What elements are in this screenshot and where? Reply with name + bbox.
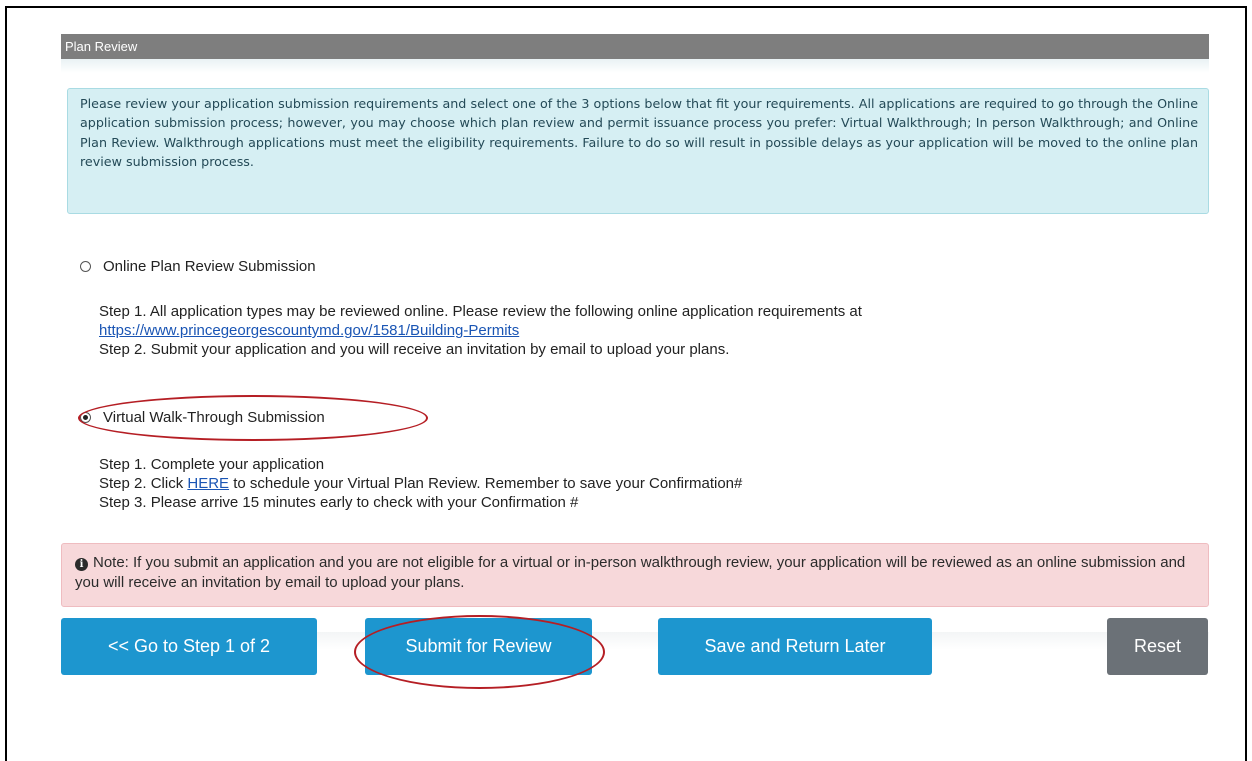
virtual-step-1: Step 1. Complete your application [99,456,325,473]
schedule-here-link[interactable]: HERE [187,475,229,492]
option-virtual-walkthrough[interactable]: Virtual Walk-Through Submission [80,409,325,426]
option-online-plan-review-label: Online Plan Review Submission [103,258,316,275]
virtual-walkthrough-steps: Step 1. Complete your application Step 2… [99,455,1199,512]
virtual-step-3: Step 3. Please arrive 15 minutes early t… [99,494,579,511]
submit-for-review-button[interactable]: Submit for Review [365,618,592,675]
save-and-return-later-button[interactable]: Save and Return Later [658,618,932,675]
online-step-2: Step 2. Submit your application and you … [99,341,730,358]
option-online-plan-review[interactable]: Online Plan Review Submission [80,258,316,275]
online-plan-review-steps: Step 1. All application types may be rev… [99,302,1199,359]
option-virtual-walkthrough-label: Virtual Walk-Through Submission [103,409,325,426]
info-circle-icon: i [75,558,88,571]
info-message: Please review your application submissio… [67,88,1209,214]
panel-title: Plan Review [61,34,1209,59]
reset-button[interactable]: Reset [1107,618,1208,675]
building-permits-link[interactable]: https://www.princegeorgescountymd.gov/15… [99,322,519,339]
note-alert: i Note: If you submit an application and … [61,543,1209,607]
online-step-1: Step 1. All application types may be rev… [99,303,862,320]
back-to-step-1-button[interactable]: << Go to Step 1 of 2 [61,618,317,675]
note-text: Note: If you submit an application and y… [75,554,1186,591]
radio-virtual-walkthrough[interactable] [80,412,91,423]
virtual-step-2: Step 2. Click HERE to schedule your Virt… [99,475,743,492]
header-divider [61,59,1209,73]
radio-online-plan-review[interactable] [80,261,91,272]
